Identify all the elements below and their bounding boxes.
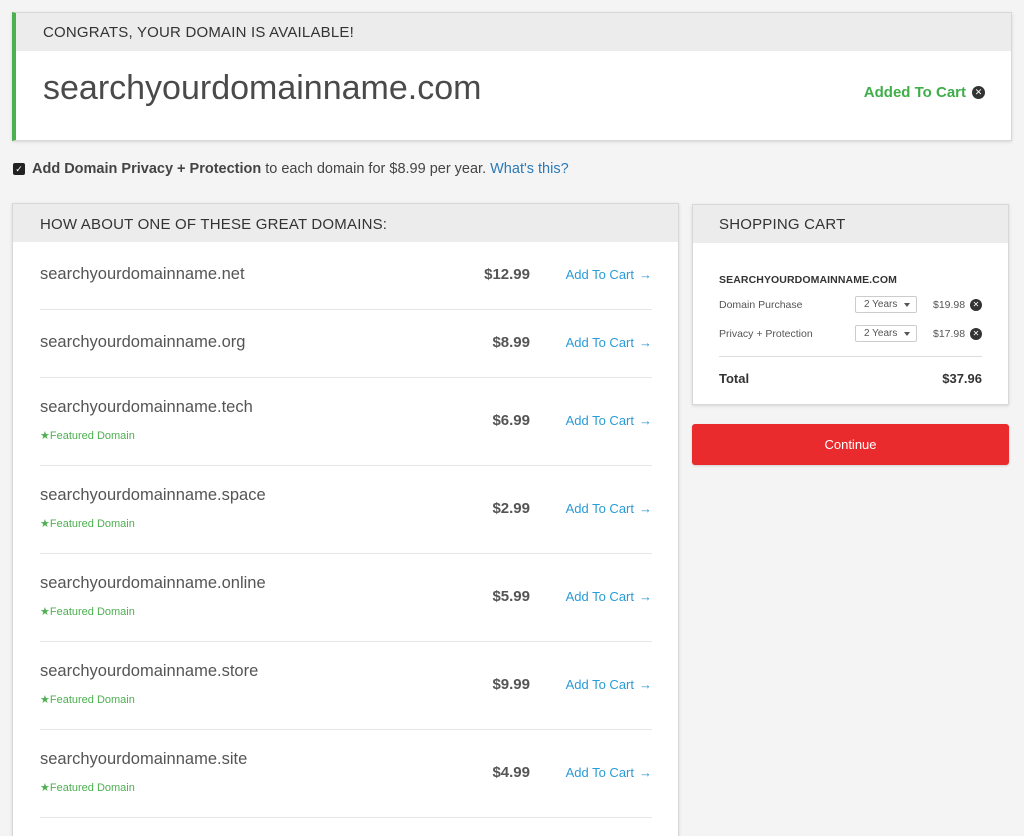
featured-badge: ★Featured Domain: [40, 781, 135, 794]
cart-line-privacy: Privacy + Protection 2 Years $17.98 ✕: [719, 325, 983, 342]
suggestion-domain-name: searchyourdomainname.org: [40, 333, 246, 351]
suggestion-row: searchyourdomainname.site ★Featured Domai…: [40, 730, 652, 818]
suggestion-domain-name: searchyourdomainname.net: [40, 265, 245, 283]
arrow-right-icon: →: [639, 677, 652, 692]
cart-header: SHOPPING CART: [693, 205, 1008, 243]
add-to-cart-label: Add To Cart: [565, 589, 634, 604]
domain-available-panel: CONGRATS, YOUR DOMAIN IS AVAILABLE! sear…: [12, 12, 1012, 141]
star-icon: ★: [40, 606, 50, 618]
suggestion-row: searchyourdomainname.space ★Featured Doma…: [40, 466, 652, 554]
suggestions-panel: HOW ABOUT ONE OF THESE GREAT DOMAINS: se…: [12, 203, 679, 836]
star-icon: ★: [40, 430, 50, 442]
add-to-cart-button[interactable]: Add To Cart →: [566, 335, 652, 350]
chevron-down-icon: [904, 303, 910, 307]
term-select-value: 2 Years: [864, 299, 898, 310]
available-header: CONGRATS, YOUR DOMAIN IS AVAILABLE!: [16, 13, 1011, 51]
available-domain-name: searchyourdomainname.com: [43, 69, 482, 107]
term-select-value: 2 Years: [864, 328, 898, 339]
shopping-cart-panel: SHOPPING CART SEARCHYOURDOMAINNAME.COM D…: [692, 204, 1009, 405]
arrow-right-icon: →: [639, 413, 652, 428]
add-to-cart-button[interactable]: Add To Cart →: [566, 413, 652, 428]
add-to-cart-label: Add To Cart: [565, 765, 634, 780]
featured-label: Featured Domain: [49, 606, 135, 618]
featured-label: Featured Domain: [49, 518, 135, 530]
suggestion-price: $8.99: [492, 334, 530, 351]
arrow-right-icon: →: [639, 589, 652, 604]
whats-this-link[interactable]: What's this?: [490, 161, 569, 177]
suggestion-domain-name: searchyourdomainname.tech: [40, 398, 253, 416]
add-to-cart-label: Add To Cart: [565, 335, 634, 350]
remove-icon[interactable]: ✕: [970, 299, 982, 311]
suggestion-row: searchyourdomainname.org $8.99 Add To Cart…: [40, 310, 652, 378]
suggestion-price: $5.99: [492, 588, 530, 605]
star-icon: ★: [40, 694, 50, 706]
cart-domain: SEARCHYOURDOMAINNAME.COM: [719, 274, 897, 286]
remove-icon[interactable]: ✕: [970, 328, 982, 340]
suggestion-price: $9.99: [492, 676, 530, 693]
privacy-bold-label: Add Domain Privacy + Protection: [32, 161, 262, 177]
cart-line-label: Domain Purchase: [719, 299, 803, 311]
add-to-cart-button[interactable]: Add To Cart →: [566, 589, 652, 604]
suggestion-domain-name: searchyourdomainname.store: [40, 662, 259, 680]
star-icon: ★: [40, 518, 50, 530]
remove-icon[interactable]: ✕: [972, 86, 985, 99]
cart-total-label: Total: [719, 371, 750, 386]
featured-badge: ★Featured Domain: [40, 605, 135, 618]
suggestion-row: searchyourdomainname.store ★Featured Doma…: [40, 642, 652, 730]
arrow-right-icon: →: [639, 501, 652, 516]
added-to-cart-label: Added To Cart: [863, 84, 966, 101]
continue-button[interactable]: Continue: [692, 424, 1009, 465]
cart-divider: [719, 356, 982, 357]
add-to-cart-label: Add To Cart: [565, 677, 634, 692]
suggestion-price: $12.99: [484, 266, 530, 283]
cart-line-amount: $19.98: [933, 299, 966, 311]
cart-total-value: $37.96: [942, 371, 982, 386]
featured-badge: ★Featured Domain: [40, 693, 135, 706]
suggestion-price: $2.99: [492, 500, 530, 517]
suggestion-row: searchyourdomainname.net $12.99 Add To Car…: [40, 242, 652, 310]
featured-label: Featured Domain: [49, 782, 135, 794]
featured-label: Featured Domain: [49, 430, 135, 442]
add-to-cart-label: Add To Cart: [565, 413, 634, 428]
privacy-checkbox[interactable]: ✓: [13, 163, 25, 175]
suggestion-domain-name: searchyourdomainname.space: [40, 486, 266, 504]
term-select[interactable]: 2 Years: [855, 325, 917, 342]
suggestion-domain-name: searchyourdomainname.online: [40, 574, 266, 592]
suggestion-price: $4.99: [492, 764, 530, 781]
added-to-cart-status[interactable]: Added To Cart ✕: [864, 84, 985, 101]
term-select[interactable]: 2 Years: [855, 296, 917, 313]
suggestion-domain-name: searchyourdomainname.site: [40, 750, 248, 768]
arrow-right-icon: →: [639, 335, 652, 350]
privacy-option: ✓ Add Domain Privacy + Protection to eac…: [13, 161, 569, 177]
add-to-cart-button[interactable]: Add To Cart →: [566, 677, 652, 692]
suggestions-header: HOW ABOUT ONE OF THESE GREAT DOMAINS:: [13, 204, 678, 242]
suggestion-row: searchyourdomainname.tech ★Featured Domai…: [40, 378, 652, 466]
privacy-text: to each domain for $8.99 per year.: [265, 161, 487, 177]
suggestion-price: $6.99: [492, 412, 530, 429]
arrow-right-icon: →: [639, 267, 652, 282]
star-icon: ★: [40, 782, 50, 794]
add-to-cart-button[interactable]: Add To Cart →: [566, 501, 652, 516]
suggestion-row: searchyourdomainname.online ★Featured Dom…: [40, 554, 652, 642]
add-to-cart-label: Add To Cart: [565, 267, 634, 282]
arrow-right-icon: →: [639, 765, 652, 780]
chevron-down-icon: [904, 332, 910, 336]
add-to-cart-button[interactable]: Add To Cart →: [566, 267, 652, 282]
cart-line-label: Privacy + Protection: [719, 328, 813, 340]
cart-line-amount: $17.98: [933, 328, 966, 340]
cart-line-domain-purchase: Domain Purchase 2 Years $19.98 ✕: [719, 296, 983, 313]
add-to-cart-label: Add To Cart: [565, 501, 634, 516]
featured-badge: ★Featured Domain: [40, 429, 135, 442]
add-to-cart-button[interactable]: Add To Cart →: [566, 765, 652, 780]
featured-badge: ★Featured Domain: [40, 517, 135, 530]
featured-label: Featured Domain: [49, 694, 135, 706]
